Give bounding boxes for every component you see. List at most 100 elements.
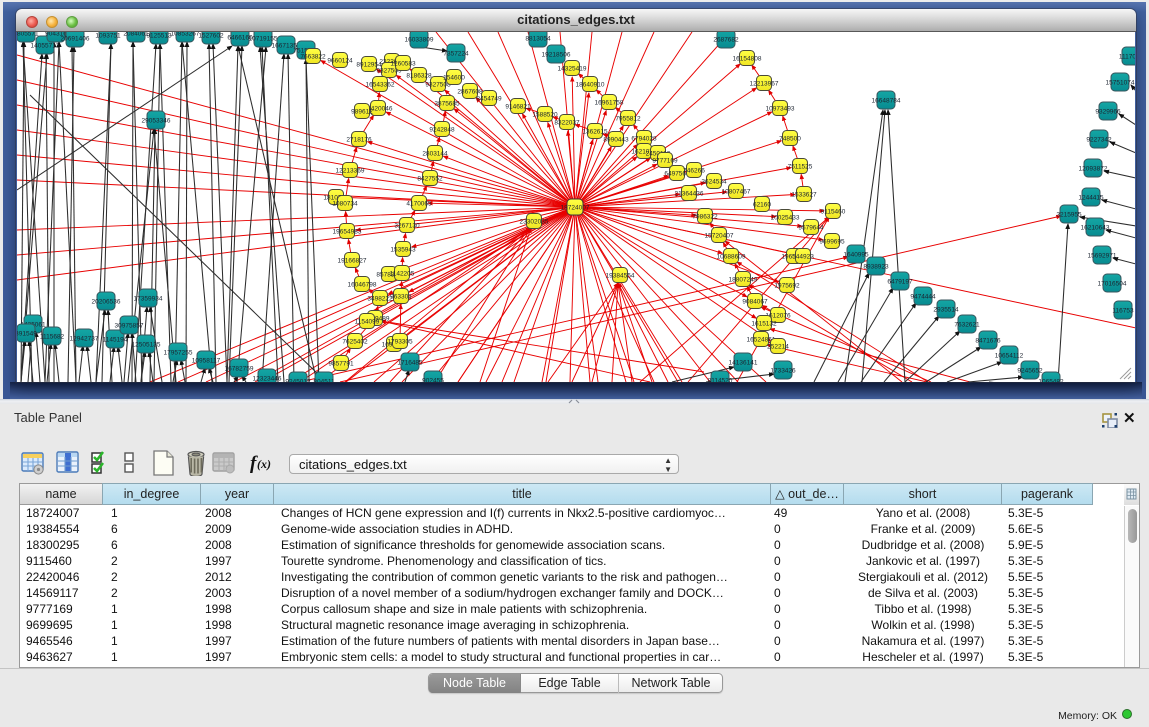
svg-text:2718176: 2718176 xyxy=(346,136,372,143)
svg-text:1117035: 1117035 xyxy=(1119,53,1135,60)
svg-text:10973493: 10973493 xyxy=(766,105,795,112)
svg-text:9245012: 9245012 xyxy=(285,378,311,382)
svg-text:963301: 963301 xyxy=(390,293,412,300)
svg-text:18807249: 18807249 xyxy=(729,276,758,283)
svg-text:18640910: 18640910 xyxy=(576,81,605,88)
svg-text:2867608: 2867608 xyxy=(457,88,483,95)
svg-text:9329966: 9329966 xyxy=(1095,108,1121,115)
svg-text:9857791: 9857791 xyxy=(328,360,354,367)
svg-text:9242848: 9242848 xyxy=(429,126,455,133)
svg-text:902455: 902455 xyxy=(422,377,444,382)
svg-text:16543362: 16543362 xyxy=(366,81,395,88)
svg-text:17359934: 17359934 xyxy=(134,295,163,302)
svg-text:16033809: 16033809 xyxy=(405,36,434,43)
svg-text:14055712: 14055712 xyxy=(31,42,60,49)
svg-text:7632621: 7632621 xyxy=(954,321,980,328)
svg-text:8471676: 8471676 xyxy=(975,337,1001,344)
svg-text:15720407: 15720407 xyxy=(705,232,734,239)
svg-text:16154808: 16154808 xyxy=(733,55,762,62)
svg-text:4170065: 4170065 xyxy=(406,200,432,207)
svg-text:9699695: 9699695 xyxy=(819,238,845,245)
svg-text:20691406: 20691406 xyxy=(61,35,90,42)
svg-text:804511: 804511 xyxy=(313,378,335,382)
svg-text:29053346: 29053346 xyxy=(142,117,171,124)
svg-text:9084067: 9084067 xyxy=(742,298,768,305)
svg-text:9660124: 9660124 xyxy=(327,57,353,64)
svg-text:1533627: 1533627 xyxy=(791,191,817,198)
svg-text:10958117: 10958117 xyxy=(192,357,221,364)
svg-text:14136141: 14136141 xyxy=(729,359,758,366)
svg-text:19166827: 19166827 xyxy=(338,257,367,264)
svg-text:8813054: 8813054 xyxy=(525,35,551,42)
svg-text:1080734: 1080734 xyxy=(332,200,358,207)
svg-text:10654112: 10654112 xyxy=(995,352,1024,359)
svg-text:1793305: 1793305 xyxy=(387,338,413,345)
svg-text:12213967: 12213967 xyxy=(750,80,779,87)
svg-text:1716485: 1716485 xyxy=(397,359,423,366)
svg-text:19218506: 19218506 xyxy=(542,51,571,58)
svg-text:9474444: 9474444 xyxy=(910,293,936,300)
svg-text:1535943: 1535943 xyxy=(390,246,416,253)
svg-text:252214: 252214 xyxy=(767,343,789,350)
svg-text:2803144: 2803144 xyxy=(422,150,448,157)
svg-text:1260583: 1260583 xyxy=(390,60,416,67)
svg-text:62160: 62160 xyxy=(753,201,771,208)
svg-text:7955812: 7955812 xyxy=(615,115,641,122)
svg-text:6794028: 6794028 xyxy=(631,135,657,142)
svg-text:8990443: 8990443 xyxy=(603,136,629,143)
svg-text:9227342: 9227342 xyxy=(1086,136,1112,143)
svg-text:12942737: 12942737 xyxy=(70,335,99,342)
svg-text:12093872: 12093872 xyxy=(1079,165,1108,172)
svg-text:10853267: 10853267 xyxy=(171,32,200,37)
svg-text:1588520: 1588520 xyxy=(532,111,558,118)
svg-text:17957255: 17957255 xyxy=(164,349,193,356)
svg-text:23302035: 23302035 xyxy=(520,218,549,225)
svg-text:8427552: 8427552 xyxy=(417,175,443,182)
svg-text:10025433: 10025433 xyxy=(771,214,800,221)
svg-text:7511525: 7511525 xyxy=(788,163,813,170)
svg-text:1142205: 1142205 xyxy=(390,270,415,277)
svg-text:1805571: 1805571 xyxy=(17,32,39,37)
svg-text:7357224: 7357224 xyxy=(443,50,469,57)
svg-text:(x): (x) xyxy=(257,457,271,471)
svg-text:8938923: 8938923 xyxy=(863,263,889,270)
svg-text:3875685: 3875685 xyxy=(434,100,460,107)
svg-text:18724007: 18724007 xyxy=(561,204,590,211)
svg-text:8114520: 8114520 xyxy=(708,377,733,382)
svg-text:1244415: 1244415 xyxy=(1078,194,1104,201)
svg-text:3267130: 3267130 xyxy=(394,222,420,229)
svg-text:1065482: 1065482 xyxy=(1038,378,1064,382)
svg-text:12323446: 12323446 xyxy=(253,375,282,382)
svg-text:2935514: 2935514 xyxy=(933,306,959,313)
svg-text:1154099: 1154099 xyxy=(355,318,380,325)
svg-text:21364436: 21364436 xyxy=(675,190,704,197)
svg-text:8322037: 8322037 xyxy=(554,119,580,126)
svg-text:16782759: 16782759 xyxy=(225,365,254,372)
svg-text:9245652: 9245652 xyxy=(1017,367,1043,374)
svg-text:10807467: 10807467 xyxy=(722,188,751,195)
svg-text:1615132: 1615132 xyxy=(751,320,777,327)
svg-text:1362615: 1362615 xyxy=(582,128,608,135)
svg-text:116753: 116753 xyxy=(1112,307,1134,314)
svg-text:544923: 544923 xyxy=(792,253,814,260)
svg-text:9579644: 9579644 xyxy=(798,224,824,231)
svg-text:8454749: 8454749 xyxy=(476,95,502,102)
svg-text:391549: 391549 xyxy=(17,330,37,337)
svg-text:8186328: 8186328 xyxy=(406,72,432,79)
svg-text:1093751: 1093751 xyxy=(95,32,121,39)
svg-text:2084061: 2084061 xyxy=(123,32,149,37)
svg-text:12505135: 12505135 xyxy=(132,341,161,348)
svg-text:19384554: 19384554 xyxy=(606,272,635,279)
svg-text:748500: 748500 xyxy=(779,135,801,142)
svg-text:15751074: 15751074 xyxy=(1106,79,1135,86)
svg-text:6479197: 6479197 xyxy=(887,278,913,285)
svg-text:154600: 154600 xyxy=(443,74,465,81)
svg-text:12213369: 12213369 xyxy=(336,167,365,174)
svg-text:2687682: 2687682 xyxy=(713,36,739,43)
svg-text:10719155: 10719155 xyxy=(249,35,278,42)
svg-text:16210643: 16210643 xyxy=(1081,224,1110,231)
svg-text:9125513: 9125513 xyxy=(146,32,172,39)
svg-text:9115460: 9115460 xyxy=(821,208,846,215)
svg-text:9146821: 9146821 xyxy=(505,103,531,110)
svg-text:16046798: 16046798 xyxy=(348,281,377,288)
